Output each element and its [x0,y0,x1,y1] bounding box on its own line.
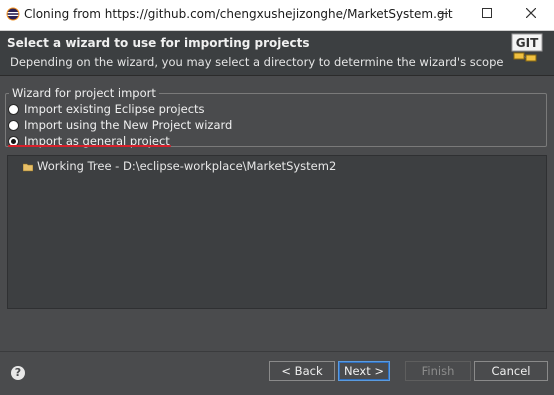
red-annotation-underline [8,145,171,147]
radio-button[interactable] [8,104,19,115]
folder-icon [23,163,33,172]
cancel-button[interactable]: Cancel [474,361,548,381]
finish-button[interactable]: Finish [405,361,471,381]
radio-button[interactable] [8,120,19,131]
back-button[interactable]: < Back [269,361,335,381]
help-icon[interactable]: ? [11,366,25,380]
wizard-title: Select a wizard to use for importing pro… [7,36,310,50]
wizard-header: Select a wizard to use for importing pro… [0,31,554,76]
wizard-group-label: Wizard for project import [9,86,159,100]
tree-item[interactable]: Working Tree - D:\eclipse-workplace\Mark… [23,159,336,173]
tree-item-label: Working Tree - D:\eclipse-workplace\Mark… [37,159,337,173]
next-button[interactable]: Next > [338,361,390,381]
maximize-icon [482,8,492,18]
title-bar: Cloning from https://github.com/chengxus… [0,0,554,31]
radio-label: Import using the New Project wizard [24,118,233,132]
close-icon [525,7,537,19]
git-logo-icon: GIT [511,33,543,62]
wizard-description: Depending on the wizard, you may select … [10,55,504,69]
eclipse-app-icon [6,7,20,21]
maximize-button[interactable] [465,0,509,30]
radio-label: Import existing Eclipse projects [24,102,205,116]
footer-divider [0,351,554,352]
window-title: Cloning from https://github.com/chengxus… [24,7,453,21]
close-button[interactable] [509,0,553,30]
minimize-icon [438,13,448,14]
working-tree-view[interactable]: Working Tree - D:\eclipse-workplace\Mark… [7,155,547,309]
minimize-button[interactable] [421,0,465,30]
git-logo-text: GIT [516,36,539,50]
